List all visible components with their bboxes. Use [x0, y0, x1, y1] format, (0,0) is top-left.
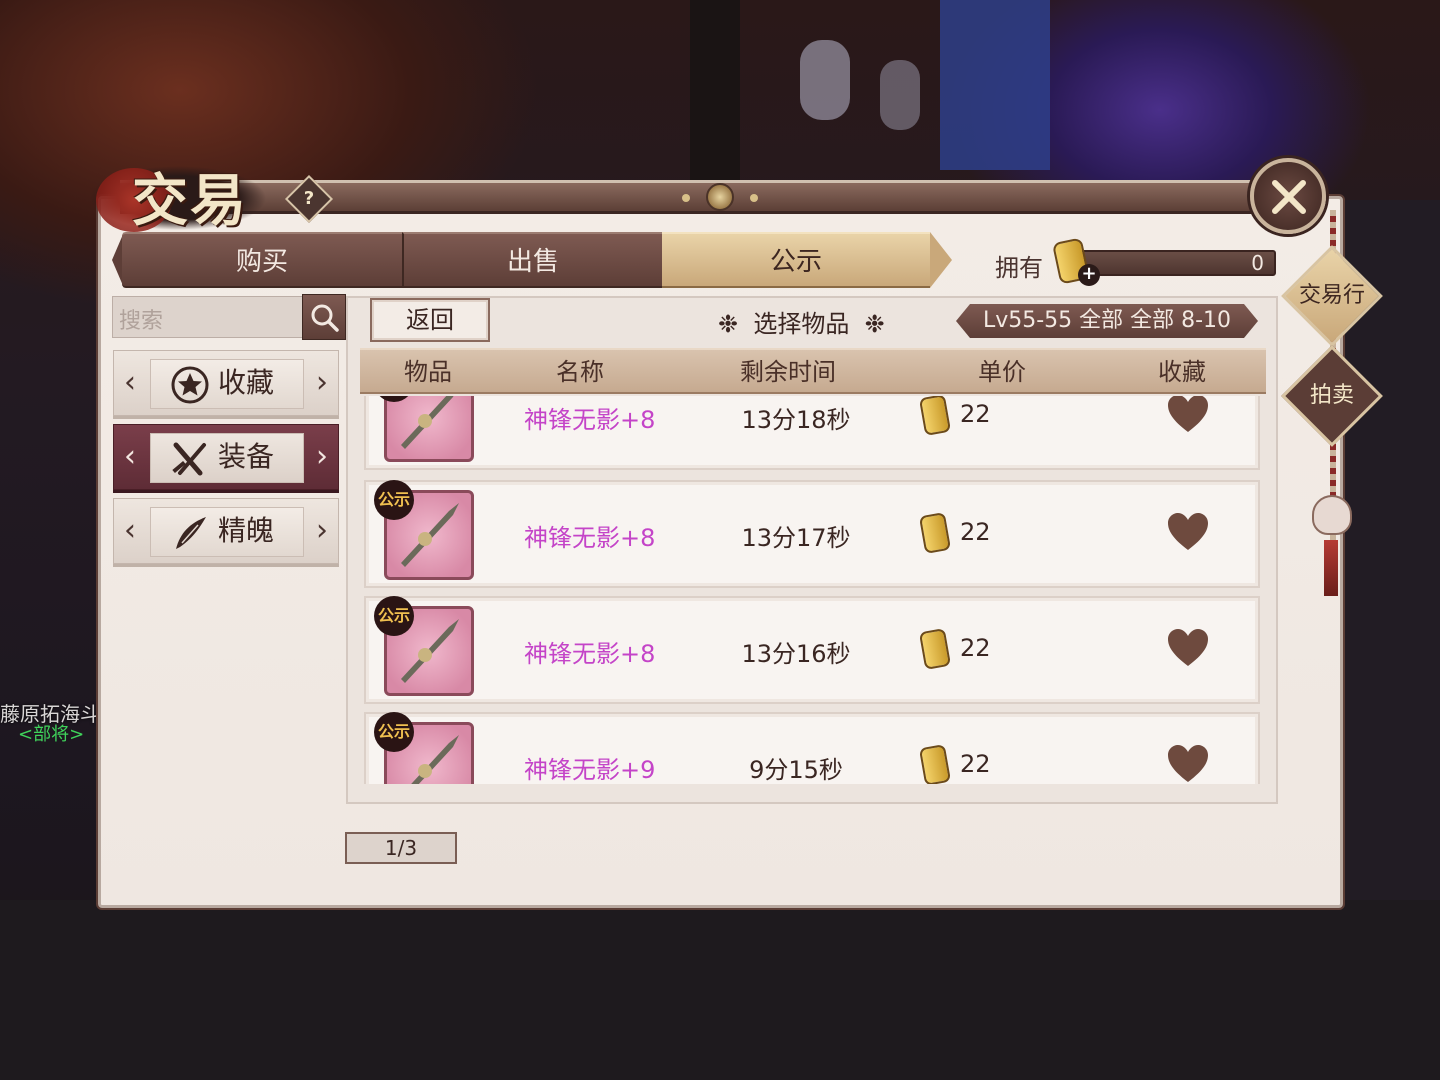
search-placeholder: 搜索 [119, 309, 164, 334]
star-icon [171, 366, 209, 404]
add-currency-icon[interactable]: + [1078, 264, 1100, 286]
heart-icon[interactable] [1166, 512, 1210, 552]
tab-announce[interactable]: 公示 [662, 232, 930, 288]
column-header-name: 名称 [556, 358, 604, 386]
background-lantern [880, 60, 920, 130]
gold-coin-icon [918, 396, 952, 436]
search-input[interactable]: 搜索 [112, 296, 304, 338]
table-row[interactable]: 公示 神锋无影+8 13分17秒 22 [364, 480, 1260, 588]
select-item-label: ❉ 选择物品 ❉ [718, 304, 885, 339]
sword-icon [401, 396, 454, 449]
category-label: 精魄 [218, 514, 275, 547]
sword-item-icon[interactable] [384, 396, 474, 462]
back-button[interactable]: 返回 [370, 298, 490, 342]
chevron-right-icon[interactable]: › [316, 365, 328, 401]
gold-coin-icon [918, 628, 952, 670]
category-equipment[interactable]: ‹ 装备 › [113, 424, 339, 490]
unit-price: 22 [960, 400, 991, 428]
chevron-right-icon[interactable]: › [316, 513, 328, 549]
table-header: 物品 名称 剩余时间 单价 收藏 [360, 348, 1266, 394]
column-header-price: 单价 [978, 358, 1026, 386]
background-floor [0, 900, 1440, 1080]
table-row[interactable]: 公示 神锋无影+9 9分15秒 22 [364, 712, 1260, 784]
heart-icon[interactable] [1166, 744, 1210, 784]
ornament-icon: ❉ [849, 310, 885, 338]
chevron-left-icon[interactable]: ‹ [124, 513, 136, 549]
tab-buy[interactable]: 购买 [122, 232, 402, 288]
background-pillar [690, 0, 740, 180]
background-banner [940, 0, 1050, 170]
item-name: 神锋无影+9 [524, 756, 656, 784]
announce-badge: 公示 [374, 596, 414, 636]
listing-list: 公示 神锋无影+8 13分18秒 22 公示 神锋无影+8 13分17秒 22 … [360, 396, 1266, 784]
chevron-left-icon[interactable]: ‹ [124, 439, 136, 475]
search-button[interactable] [302, 294, 346, 340]
column-header-item: 物品 [404, 358, 452, 386]
currency-bar: 0 [1078, 250, 1276, 276]
heart-icon[interactable] [1166, 628, 1210, 668]
chevron-left-icon[interactable]: ‹ [124, 365, 136, 401]
ornament-dot [682, 194, 690, 202]
column-header-favorite: 收藏 [1158, 358, 1206, 386]
tab-bar-right-cap [930, 232, 952, 288]
window-title: 交易 [132, 168, 248, 234]
gold-coin-icon [918, 512, 952, 554]
auction-label: 拍卖 [1309, 383, 1354, 408]
unit-price: 22 [960, 634, 991, 662]
tassel-icon [1324, 540, 1338, 596]
tab-bar: 购买 出售 公示 [112, 232, 952, 288]
chevron-right-icon[interactable]: › [316, 439, 328, 475]
item-name: 神锋无影+8 [524, 524, 656, 552]
category-favorites[interactable]: ‹ 收藏 › [113, 350, 339, 416]
tab-sell[interactable]: 出售 [402, 232, 662, 288]
heart-icon[interactable] [1166, 396, 1210, 434]
table-row[interactable]: 公示 神锋无影+8 13分18秒 22 [364, 396, 1260, 470]
feather-icon [176, 517, 206, 549]
item-name: 神锋无影+8 [524, 640, 656, 668]
close-button[interactable] [1250, 158, 1326, 234]
background-lantern [800, 40, 850, 120]
currency-label: 拥有 [995, 254, 1043, 282]
table-row[interactable]: 公示 神锋无影+8 13分16秒 22 [364, 596, 1260, 704]
npc-title: <部将> [18, 724, 85, 745]
unit-price: 22 [960, 750, 991, 778]
category-label: 收藏 [218, 366, 275, 399]
ornament-icon: ❉ [718, 310, 754, 338]
currency-value: 0 [1251, 251, 1264, 275]
select-item-text: 选择物品 [753, 310, 850, 338]
category-spirit[interactable]: ‹ 精魄 › [113, 498, 339, 564]
gold-coin-icon [918, 744, 952, 784]
announce-badge: 公示 [374, 480, 414, 520]
crossed-swords-icon [172, 442, 206, 476]
item-name: 神锋无影+8 [524, 406, 656, 434]
remaining-time: 13分17秒 [741, 524, 851, 552]
remaining-time: 13分18秒 [741, 406, 851, 434]
remaining-time: 9分15秒 [749, 756, 843, 784]
unit-price: 22 [960, 518, 991, 546]
category-label: 装备 [218, 440, 275, 473]
announce-badge: 公示 [374, 712, 414, 752]
help-label: ? [303, 188, 315, 209]
filter-selector[interactable]: Lv55-55 全部 全部 8-10 [956, 304, 1258, 338]
close-icon [1272, 180, 1306, 214]
remaining-time: 13分16秒 [741, 640, 851, 668]
column-header-time: 剩余时间 [740, 358, 836, 386]
page-indicator: 1/3 [345, 832, 457, 864]
ornament-dot [750, 194, 758, 202]
charm-icon [1312, 495, 1352, 535]
ornament-emblem-icon [706, 183, 734, 211]
search-icon [311, 304, 339, 332]
trade-house-label: 交易行 [1299, 283, 1366, 308]
